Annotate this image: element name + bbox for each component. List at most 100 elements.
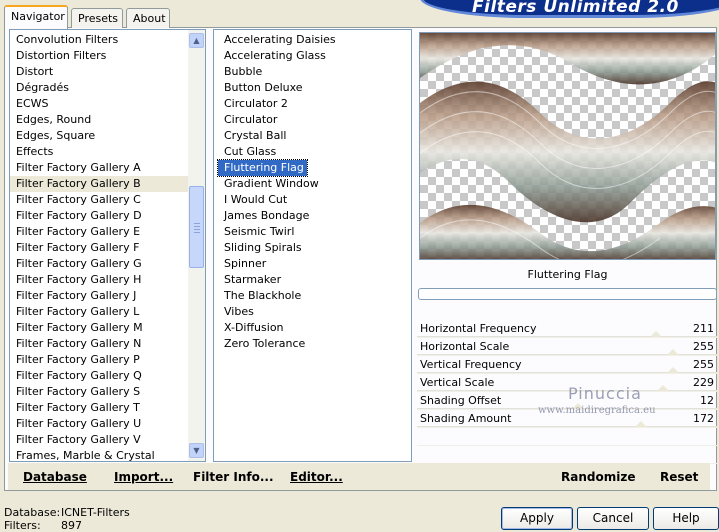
slider-thumb[interactable] bbox=[657, 385, 669, 391]
slider-thumb[interactable] bbox=[667, 349, 679, 355]
filter-item[interactable]: Seismic Twirl bbox=[218, 224, 297, 240]
help-button[interactable]: Help bbox=[653, 507, 719, 530]
filter-item[interactable]: Spinner bbox=[218, 256, 269, 272]
category-item[interactable]: Filter Factory Gallery N bbox=[10, 336, 188, 352]
reset-button[interactable]: Reset bbox=[660, 470, 698, 484]
apply-button[interactable]: Apply bbox=[501, 507, 573, 530]
category-item[interactable]: Filter Factory Gallery E bbox=[10, 224, 188, 240]
filter-item[interactable]: Circulator bbox=[218, 112, 280, 128]
status-filters: Filters: 897 bbox=[4, 519, 82, 532]
progress-bar bbox=[418, 288, 717, 300]
parameter-slider[interactable]: Vertical Frequency 255 bbox=[417, 356, 717, 374]
reset-label: Reset bbox=[660, 470, 699, 484]
grip-icon bbox=[194, 223, 200, 235]
scroll-up-icon[interactable]: ▲ bbox=[189, 33, 204, 48]
category-item[interactable]: Filter Factory Gallery H bbox=[10, 272, 188, 288]
category-item[interactable]: Dégradés bbox=[10, 80, 188, 96]
slider-track bbox=[417, 336, 717, 337]
parameter-slider[interactable]: Horizontal Frequency 211 bbox=[417, 320, 717, 338]
filter-item[interactable]: Accelerating Daisies bbox=[218, 32, 339, 48]
status-database-value: ICNET-Filters bbox=[61, 506, 130, 519]
filter-item[interactable]: Gradient Window bbox=[218, 176, 322, 192]
category-item[interactable]: ECWS bbox=[10, 96, 188, 112]
filter-item[interactable]: Sliding Spirals bbox=[218, 240, 305, 256]
category-item[interactable]: Edges, Round bbox=[10, 112, 188, 128]
scroll-down-icon[interactable]: ▼ bbox=[189, 443, 204, 458]
editor-label: Editor... bbox=[290, 470, 343, 484]
category-item[interactable]: Filter Factory Gallery C bbox=[10, 192, 188, 208]
category-item[interactable]: Filter Factory Gallery A bbox=[10, 160, 188, 176]
slider-thumb[interactable] bbox=[572, 403, 584, 409]
slider-thumb[interactable] bbox=[667, 367, 679, 373]
category-item[interactable]: Distort bbox=[10, 64, 188, 80]
category-item[interactable]: Effects bbox=[10, 144, 188, 160]
category-item[interactable]: Filter Factory Gallery B bbox=[10, 176, 188, 192]
parameter-slider[interactable]: Horizontal Scale 255 bbox=[417, 338, 717, 356]
filter-item[interactable]: Fluttering Flag bbox=[217, 159, 308, 177]
filter-item[interactable]: Cut Glass bbox=[218, 144, 279, 160]
category-item[interactable]: Filter Factory Gallery J bbox=[10, 288, 188, 304]
filter-item[interactable]: Accelerating Glass bbox=[218, 48, 329, 64]
parameter-slider[interactable]: Shading Amount 172 bbox=[417, 410, 717, 428]
category-item[interactable]: Filter Factory Gallery M bbox=[10, 320, 188, 336]
status-database: Database:ICNET-Filters bbox=[4, 506, 130, 519]
filter-item[interactable]: Crystal Ball bbox=[218, 128, 289, 144]
filter-item[interactable]: Zero Tolerance bbox=[218, 336, 308, 352]
slider-track bbox=[417, 426, 717, 427]
category-list: Convolution Filters Distortion Filters Dis… bbox=[10, 32, 188, 461]
status-filters-label: Filters: bbox=[4, 519, 41, 532]
tab-presets[interactable]: Presets bbox=[71, 8, 123, 28]
category-item[interactable]: Filter Factory Gallery L bbox=[10, 304, 188, 320]
filter-listbox[interactable]: Accelerating Daisies Accelerating Glass Bu… bbox=[213, 29, 412, 462]
cancel-button[interactable]: Cancel bbox=[577, 507, 649, 530]
scroll-thumb[interactable] bbox=[189, 186, 204, 268]
filter-item[interactable]: Vibes bbox=[218, 304, 257, 320]
category-item[interactable]: Edges, Square bbox=[10, 128, 188, 144]
category-item[interactable]: Filter Factory Gallery Q bbox=[10, 368, 188, 384]
category-item[interactable]: Convolution Filters bbox=[10, 32, 188, 48]
tab-navigator[interactable]: Navigator bbox=[4, 5, 68, 29]
parameter-slider[interactable]: Shading Offset 12 bbox=[417, 392, 717, 410]
category-item[interactable]: Filter Factory Gallery P bbox=[10, 352, 188, 368]
filter-item[interactable]: X-Diffusion bbox=[218, 320, 287, 336]
slider-thumb[interactable] bbox=[650, 331, 662, 337]
category-item[interactable]: Filter Factory Gallery S bbox=[10, 384, 188, 400]
filter-list: Accelerating Daisies Accelerating Glass Bu… bbox=[217, 32, 339, 352]
randomize-button[interactable]: Randomize bbox=[561, 470, 635, 484]
category-item[interactable]: Frames, Marble & Crystal bbox=[10, 448, 188, 461]
editor-button[interactable]: Editor... bbox=[290, 470, 343, 484]
filter-item[interactable]: Bubble bbox=[218, 64, 265, 80]
navigator-toolbar: Database Import... Filter Info... Editor… bbox=[8, 463, 710, 490]
preview-filter-name: Fluttering Flag bbox=[527, 268, 608, 281]
category-item[interactable]: Filter Factory Gallery F bbox=[10, 240, 188, 256]
filter-info-button[interactable]: Filter Info... bbox=[193, 470, 274, 484]
parameter-sliders: Horizontal Frequency 211 Horizontal Scale 2… bbox=[417, 320, 717, 464]
filter-item[interactable]: I Would Cut bbox=[218, 192, 290, 208]
filter-item[interactable]: The Blackhole bbox=[218, 288, 304, 304]
filter-item[interactable]: Button Deluxe bbox=[218, 80, 306, 96]
category-item[interactable]: Distortion Filters bbox=[10, 48, 188, 64]
empty-parameter-slot bbox=[417, 428, 717, 446]
category-item[interactable]: Filter Factory Gallery U bbox=[10, 416, 188, 432]
import-label: Import... bbox=[114, 470, 174, 484]
slider-thumb[interactable] bbox=[635, 421, 647, 427]
parameter-slider[interactable]: Vertical Scale 229 bbox=[417, 374, 717, 392]
filter-item[interactable]: Starmaker bbox=[218, 272, 284, 288]
randomize-label: Randomize bbox=[561, 470, 636, 484]
status-filters-value: 897 bbox=[61, 519, 82, 532]
category-item[interactable]: Filter Factory Gallery V bbox=[10, 432, 188, 448]
category-item[interactable]: Filter Factory Gallery G bbox=[10, 256, 188, 272]
slider-track bbox=[417, 390, 717, 391]
empty-parameter-slot bbox=[417, 446, 717, 464]
status-database-label: Database: bbox=[4, 506, 61, 519]
preview-image[interactable] bbox=[419, 32, 716, 260]
import-button[interactable]: Import... bbox=[114, 470, 173, 484]
filter-item[interactable]: Circulator 2 bbox=[218, 96, 291, 112]
category-listbox[interactable]: Convolution Filters Distortion Filters Dis… bbox=[9, 29, 206, 462]
category-item[interactable]: Filter Factory Gallery T bbox=[10, 400, 188, 416]
filter-item[interactable]: James Bondage bbox=[218, 208, 312, 224]
category-item[interactable]: Filter Factory Gallery D bbox=[10, 208, 188, 224]
tab-about[interactable]: About bbox=[126, 8, 170, 28]
database-button[interactable]: Database bbox=[23, 470, 87, 484]
category-scrollbar[interactable]: ▲ ▼ bbox=[188, 30, 205, 461]
